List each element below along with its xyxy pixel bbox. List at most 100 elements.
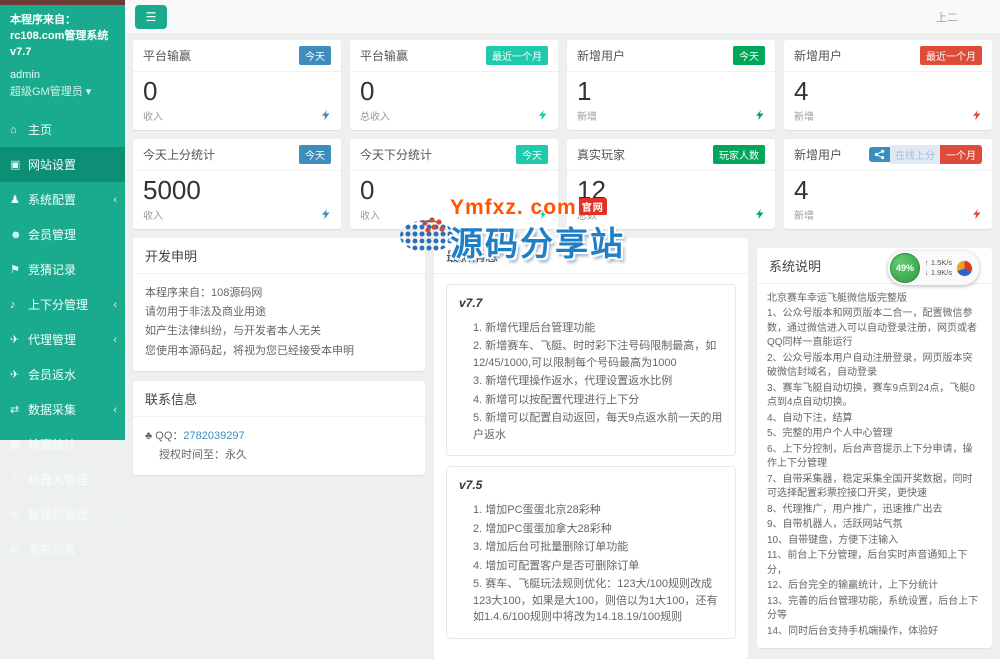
system-note: 9、自带机器人，活跃网站气氛 [767,518,982,533]
site-icon: ▣ [10,158,28,171]
sidebar-item-robots[interactable]: ♙ 机器人管理 ‹ [0,462,125,497]
admin-icon: ♔ [10,508,28,521]
sidebar-item-agents[interactable]: ✈ 代理管理 ‹ [0,322,125,357]
card-title: 今天上分统计 [143,146,215,163]
version-box-v77: v7.7 1. 新增代理后台管理功能 2. 新增赛车、飞艇、时时彩下注号码限制最… [446,284,736,457]
card-title: 今天下分统计 [360,146,432,163]
download-rate: ↓ 1.9K/s [925,268,952,278]
period-badge[interactable]: 最近一个月 [920,46,982,65]
music-note-icon: ♪ [10,299,28,311]
period-badge[interactable]: 玩家人数 [713,145,765,164]
caret-down-icon: ▾ [86,86,92,98]
sidebar-item-label: 机器人管理 [28,471,88,488]
system-note: 8、代理推广，用户推广，迅速推广出去 [767,503,982,518]
topbar-right-text: 上二 [936,9,958,25]
main-content: 平台输赢 今天 0 收入 平台输赢 最近一个月 0 总收入 [125,34,1000,440]
brand-text: 本程序来自：rc108.com管理系统 v7.7 [0,5,125,65]
paper-plane-icon: ✈ [10,333,28,346]
card-sublabel: 收入 [360,207,380,222]
card-sublabel: 收入 [143,207,163,222]
chevron-left-icon: ‹ [113,509,117,521]
version-label: v7.5 [459,475,723,496]
card-value: 0 [360,77,548,107]
system-note: 14、同时后台支持手机端操作，体验好 [767,625,982,640]
news-panel: 最新消息 v7.7 1. 新增代理后台管理功能 2. 新增赛车、飞艇、时时彩下注… [434,238,748,659]
download-speed-widget[interactable]: 49% ↑ 1.5K/s ↓ 1.9K/s [888,251,979,285]
share-icon[interactable] [869,147,890,162]
sidebar-item-site-settings[interactable]: ▣ 网站设置 [0,147,125,182]
period-badge[interactable]: 今天 [516,145,548,164]
changelog-item: 5. 新增可以配置自动返回，每天9点返水前一天的用户返水 [473,410,723,443]
sidebar-item-label: 发布公告 [28,541,76,558]
bottom-panels: 开发申明 本程序来自：108源码网 请勿用于非法及商业用途 如产生法律纠纷，与开… [133,238,992,659]
sidebar-item-data-collect[interactable]: ⇄ 数据采集 ‹ [0,392,125,427]
sidebar-item-admins[interactable]: ♔ 管理员管理 ‹ [0,497,125,532]
sidebar-item-label: 系统配置 [28,191,76,208]
changelog-item: 3. 增加后台可批量删除订单功能 [473,539,723,556]
accelerator-icon[interactable] [957,261,972,276]
card-sublabel: 收入 [143,108,163,123]
sidebar-item-label: 输赢统计 [28,436,76,453]
period-badge[interactable]: 最近一个月 [486,46,548,65]
period-badge[interactable]: 今天 [299,145,331,164]
card-sublabel: 总数 [577,207,597,222]
card-value: 4 [794,176,982,206]
user-icon: ☻ [10,229,28,241]
bolt-icon [973,208,982,220]
card-title: 新增用户 [794,146,842,163]
robot-icon: ♙ [10,473,28,486]
stat-card-new-users-today: 新增用户 今天 1 新增 [567,40,775,130]
period-badge[interactable]: 一个月 [940,145,982,164]
changelog-item: 2. 增加PC蛋蛋加拿大28彩种 [473,521,723,538]
card-value: 1 [577,77,765,107]
sidebar-item-winloss-stats[interactable]: ▦ 输赢统计 ‹ [0,427,125,462]
system-note: 7、自带采集器，稳定采集全国开奖数据，同时可选择配置彩票控接口开奖，更快速 [767,473,982,502]
chevron-left-icon: ‹ [113,299,117,311]
sidebar-item-label: 代理管理 [28,331,76,348]
period-badge[interactable]: 今天 [299,46,331,65]
online-score-label: 在线上分 [890,145,940,164]
bolt-icon [539,208,548,220]
stat-card-grid: 平台输赢 今天 0 收入 平台输赢 最近一个月 0 总收入 [133,40,992,229]
changelog-item: 4. 增加可配置客户是否可删除订单 [473,558,723,575]
chevron-left-icon: ‹ [113,194,117,206]
sidebar-item-label: 竞猜记录 [28,261,76,278]
system-note: 3、赛车飞艇自动切换，赛车9点到24点，飞艇0点到4点自动切换。 [767,382,982,411]
online-score-control[interactable]: 在线上分 一个月 [869,145,982,164]
changelog-item: 2. 新增赛车、飞艇、时时彩下注号码限制最高，如12/45/1000,可以限制每… [473,338,723,371]
sidebar-item-system-config[interactable]: ♟ 系统配置 ‹ [0,182,125,217]
dev-line: 请勿用于非法及商业用途 [145,303,413,322]
user-block[interactable]: admin 超级GM管理员 ▾ [0,65,125,112]
period-badge[interactable]: 今天 [733,46,765,65]
card-sublabel: 新增 [577,108,597,123]
sidebar-item-label: 上下分管理 [28,296,88,313]
paper-plane-icon: ✈ [10,368,28,381]
car-icon: ⚑ [10,263,28,276]
topbar: ☰ 上二 [125,0,1000,34]
card-value: 5000 [143,176,331,206]
card-value: 4 [794,77,982,107]
stat-card-score-down-today: 今天下分统计 今天 0 收入 [350,139,558,229]
system-note: 11、前台上下分管理，后台实时声音通知上下分， [767,549,982,578]
sidebar-item-announcement[interactable]: ✉ 发布公告 [0,532,125,567]
upload-rate: ↑ 1.5K/s [925,258,952,268]
dev-line: 如产生法律纠纷，与开发者本人无关 [145,322,413,341]
card-value: 12 [577,176,765,206]
sidebar-item-bet-records[interactable]: ⚑ 竞猜记录 [0,252,125,287]
card-title: 平台输赢 [143,47,191,64]
sidebar-item-label: 会员返水 [28,366,76,383]
changelog-item: 1. 新增代理后台管理功能 [473,320,723,337]
system-note: 4、自动下注，结算 [767,412,982,427]
sidebar-item-score-manage[interactable]: ♪ 上下分管理 ‹ [0,287,125,322]
auth-duration: 授权时间至：永久 [159,446,413,465]
sidebar-item-label: 数据采集 [28,401,76,418]
version-box-v75: v7.5 1. 增加PC蛋蛋北京28彩种 2. 增加PC蛋蛋加拿大28彩种 3.… [446,466,736,639]
hamburger-icon[interactable]: ☰ [135,5,167,29]
stat-card-real-players: 真实玩家 玩家人数 12 总数 [567,139,775,229]
sidebar-item-members[interactable]: ☻ 会员管理 [0,217,125,252]
sidebar-item-home[interactable]: ⌂ 主页 [0,112,125,147]
username: admin [10,67,115,85]
sidebar-item-rebate[interactable]: ✈ 会员返水 [0,357,125,392]
system-note: 10、自带键盘，方便下注输入 [767,534,982,549]
contact-panel: 联系信息 ♣ QQ：2782039297 授权时间至：永久 [133,381,425,476]
